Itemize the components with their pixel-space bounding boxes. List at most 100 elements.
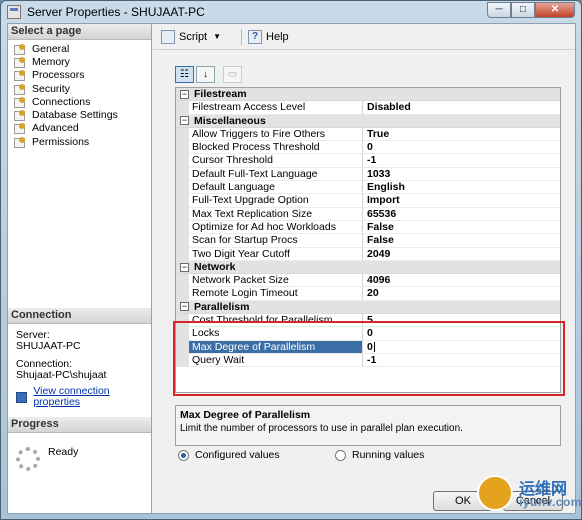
row-gutter xyxy=(176,167,189,182)
ok-button[interactable]: OK xyxy=(433,491,493,511)
property-value[interactable]: 0 xyxy=(363,327,560,341)
collapse-icon[interactable]: − xyxy=(180,302,189,312)
property-name[interactable]: Blocked Process Threshold xyxy=(189,141,363,155)
view-connection-properties-label: View connection properties xyxy=(33,385,110,408)
property-name[interactable]: Two Digit Year Cutoff xyxy=(189,247,363,261)
row-gutter xyxy=(176,287,189,301)
select-page-header: Select a page xyxy=(8,24,151,40)
sidebar-item-database-settings[interactable]: Database Settings xyxy=(14,108,151,122)
property-value[interactable]: False xyxy=(363,221,560,235)
property-name[interactable]: Query Wait xyxy=(189,353,363,368)
help-label: Help xyxy=(266,30,289,43)
property-row[interactable]: Remote Login Timeout 20 xyxy=(176,287,560,301)
property-name[interactable]: Cursor Threshold xyxy=(189,154,363,168)
property-value[interactable]: 1033 xyxy=(363,168,560,182)
row-gutter xyxy=(176,327,189,341)
property-value[interactable]: -1 xyxy=(363,354,560,368)
configured-values-radio[interactable]: Configured values xyxy=(178,449,280,461)
running-values-radio[interactable]: Running values xyxy=(335,449,424,461)
sidebar-item-connections[interactable]: Connections xyxy=(14,95,151,108)
property-name[interactable]: Cost Threshold for Parallelism xyxy=(189,314,363,328)
category-network[interactable]: − Network xyxy=(176,260,560,275)
property-value[interactable]: 20 xyxy=(363,287,560,301)
property-row[interactable]: Cursor Threshold -1 xyxy=(176,154,560,168)
property-value-text: 0 xyxy=(367,327,373,340)
property-value[interactable]: 5 xyxy=(363,314,560,328)
view-connection-properties-link[interactable]: View connection properties xyxy=(16,386,151,408)
configured-values-label: Configured values xyxy=(195,449,280,461)
property-pages-icon[interactable]: ▭ xyxy=(223,66,242,83)
alphabetical-sort-icon[interactable]: ↓ xyxy=(196,66,215,83)
collapse-icon[interactable]: − xyxy=(180,89,189,99)
property-name[interactable]: Optimize for Ad hoc Workloads xyxy=(189,220,363,235)
property-row[interactable]: Locks 0 xyxy=(176,327,560,341)
close-button[interactable]: ✕ xyxy=(535,2,575,18)
category-filestream[interactable]: − Filestream xyxy=(176,88,560,102)
configured-values-radio-dot[interactable] xyxy=(178,449,189,461)
property-row[interactable]: Allow Triggers to Fire Others True xyxy=(176,127,560,142)
property-value[interactable]: 65536 xyxy=(363,208,560,221)
collapse-icon[interactable]: − xyxy=(180,262,189,272)
sidebar-item-memory[interactable]: Memory xyxy=(14,55,151,68)
property-value[interactable]: 2049 xyxy=(363,248,560,261)
property-name[interactable]: Default Full-Text Language xyxy=(189,167,363,182)
category-miscellaneous[interactable]: − Miscellaneous xyxy=(176,114,560,128)
property-value[interactable]: 0 xyxy=(363,141,560,155)
property-name[interactable]: Network Packet Size xyxy=(189,274,363,288)
sidebar-item-security[interactable]: Security xyxy=(14,82,151,95)
property-row[interactable]: Max Text Replication Size 65536 xyxy=(176,207,560,221)
property-row[interactable]: Default Full-Text Language 1033 xyxy=(176,167,560,182)
row-gutter xyxy=(176,141,189,155)
property-row[interactable]: Blocked Process Threshold 0 xyxy=(176,141,560,155)
property-name[interactable]: Filestream Access Level xyxy=(189,101,363,115)
minimize-button[interactable]: ─ xyxy=(487,2,511,18)
property-row[interactable]: Max Degree of Parallelism 0 xyxy=(176,340,560,354)
sidebar-item-processors[interactable]: Processors xyxy=(14,69,151,82)
script-button[interactable]: Script ▼ xyxy=(161,29,231,44)
title-bar[interactable]: Server Properties - SHUJAAT-PC ─ □ ✕ xyxy=(1,1,581,23)
property-name[interactable]: Max Degree of Parallelism xyxy=(189,340,363,354)
property-name[interactable]: Scan for Startup Procs xyxy=(189,234,363,248)
property-value[interactable]: False xyxy=(363,234,560,248)
property-name[interactable]: Locks xyxy=(189,327,363,341)
property-value[interactable]: English xyxy=(363,181,560,195)
running-values-radio-dot[interactable] xyxy=(335,449,346,461)
property-row[interactable]: Default Language English xyxy=(176,181,560,195)
help-button[interactable]: Help xyxy=(248,29,289,44)
script-label: Script xyxy=(179,30,208,43)
categorized-view-icon[interactable]: ☷ xyxy=(175,66,194,83)
sidebar-item-general[interactable]: General xyxy=(14,42,151,55)
property-value[interactable]: True xyxy=(363,128,560,142)
maximize-button[interactable]: □ xyxy=(511,2,535,18)
row-gutter xyxy=(176,207,189,221)
property-value[interactable]: Import xyxy=(363,194,560,208)
property-value[interactable]: 4096 xyxy=(363,274,560,288)
collapse-icon[interactable]: − xyxy=(180,116,189,126)
property-row[interactable]: Query Wait -1 xyxy=(176,353,560,368)
server-value: SHUJAAT-PC xyxy=(16,340,81,352)
property-row[interactable]: Full-Text Upgrade Option Import xyxy=(176,194,560,208)
sidebar-item-permissions[interactable]: Permissions xyxy=(14,135,151,148)
property-row[interactable]: Filestream Access Level Disabled xyxy=(176,101,560,115)
property-name[interactable]: Allow Triggers to Fire Others xyxy=(189,127,363,142)
property-row[interactable]: Network Packet Size 4096 xyxy=(176,274,560,288)
cancel-button[interactable]: Cancel xyxy=(503,491,563,511)
property-row[interactable]: Scan for Startup Procs False xyxy=(176,234,560,248)
property-name[interactable]: Full-Text Upgrade Option xyxy=(189,194,363,208)
property-value[interactable]: 0 xyxy=(363,341,560,354)
property-value[interactable]: -1 xyxy=(363,154,560,168)
sidebar-item-advanced[interactable]: Advanced xyxy=(14,122,151,135)
property-row[interactable]: Cost Threshold for Parallelism 5 xyxy=(176,314,560,328)
property-name[interactable]: Remote Login Timeout xyxy=(189,287,363,301)
category-parallelism[interactable]: − Parallelism xyxy=(176,300,560,315)
property-name[interactable]: Max Text Replication Size xyxy=(189,207,363,221)
property-row[interactable]: Optimize for Ad hoc Workloads False xyxy=(176,220,560,235)
script-dropdown-icon[interactable]: ▼ xyxy=(213,32,221,41)
row-gutter xyxy=(176,127,189,142)
property-value[interactable]: Disabled xyxy=(363,101,560,115)
property-value-text: 65536 xyxy=(367,207,397,220)
property-value-text: 5 xyxy=(367,314,373,327)
property-row[interactable]: Two Digit Year Cutoff 2049 xyxy=(176,247,560,261)
property-name[interactable]: Default Language xyxy=(189,181,363,195)
category-label: Miscellaneous xyxy=(194,114,266,127)
